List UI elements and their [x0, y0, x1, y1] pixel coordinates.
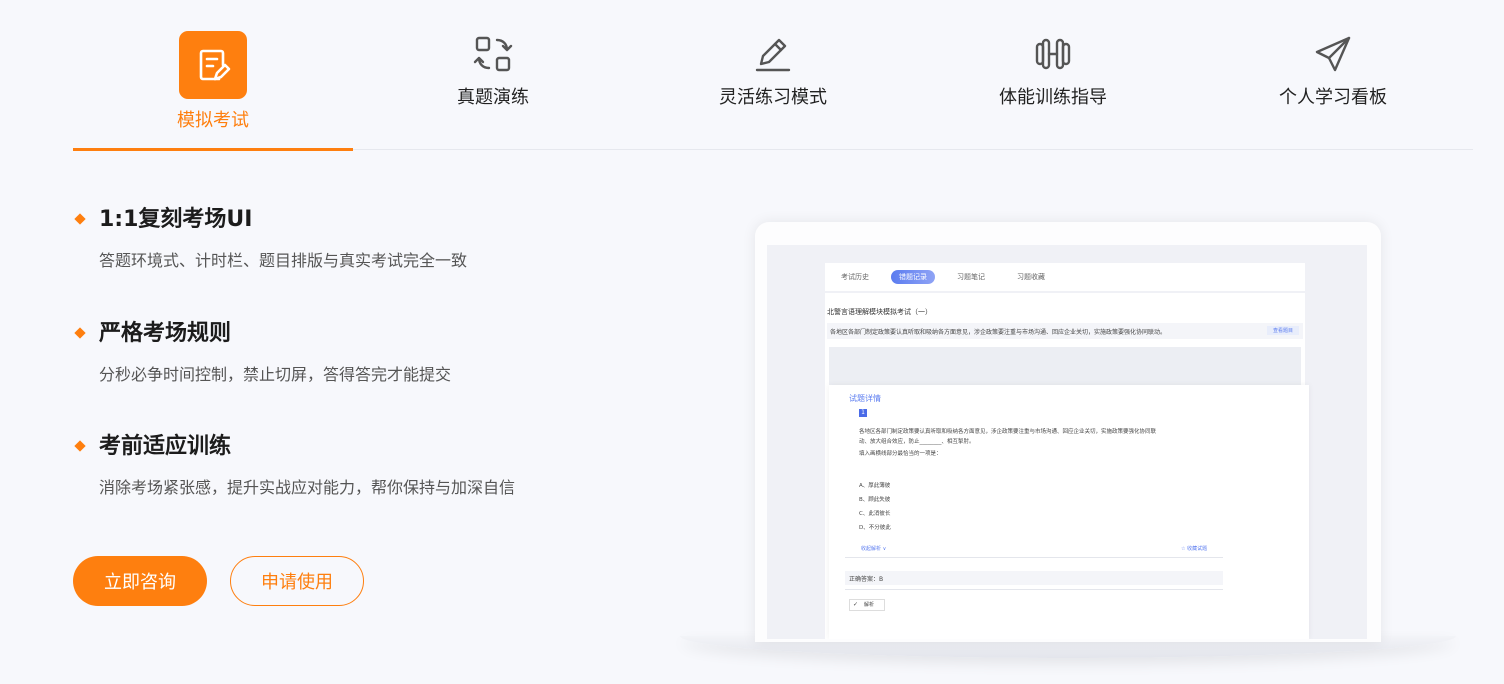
- tab-label: 真题演练: [457, 87, 529, 108]
- bullet-diamond-icon: [74, 440, 86, 452]
- mockup-option: A、厚此薄彼: [859, 483, 891, 489]
- mockup-tab-bar: 考试历史 错题记录 习题笔记 习题收藏: [825, 263, 1305, 291]
- apply-use-button[interactable]: 申请使用: [230, 556, 364, 606]
- mockup-question-panel: 试题详情 1 各地区各部门制定政策要认真听取和吸纳各方面意见，涉企政策要注重与市…: [829, 385, 1309, 639]
- bullet-diamond-icon: [74, 327, 86, 339]
- dumbbell-icon: [1033, 34, 1073, 74]
- mockup-tab: 习题收藏: [1017, 273, 1045, 281]
- tab-label: 灵活练习模式: [719, 87, 827, 108]
- mockup-option: C、此消彼长: [859, 511, 891, 517]
- tab-label: 个人学习看板: [1279, 87, 1387, 108]
- mockup-favorite: ☆ 收藏试题: [1181, 546, 1208, 552]
- mockup-answer-row: 正确答案：B: [845, 571, 1223, 585]
- tab-flexible-practice[interactable]: 灵活练习模式: [633, 0, 913, 150]
- refresh-icon: [473, 34, 513, 74]
- mockup-question-line: 动、放大组合效应，防止________、相互掣肘。: [859, 439, 975, 445]
- mockup-option: B、顾此失彼: [859, 497, 891, 503]
- tab-label: 体能训练指导: [999, 87, 1107, 108]
- feature-desc: 消除考场紧张感，提升实战应对能力，帮你保持与加深自信: [99, 478, 516, 497]
- tab-mock-exam[interactable]: 模拟考试: [73, 0, 353, 151]
- pen-icon: [753, 34, 793, 74]
- mockup-question-line: 填入画横线部分最恰当的一项是：: [859, 451, 942, 457]
- mockup-tab: 考试历史: [841, 273, 869, 281]
- mockup-tab: 习题笔记: [957, 273, 985, 281]
- feature-title: 考前适应训练: [99, 434, 232, 459]
- feature-tab-bar: 模拟考试 真题演练 灵活练习模式 体能训练指导 个人学习看板: [73, 0, 1473, 151]
- mockup-option: D、不分彼此: [859, 525, 891, 531]
- tab-past-papers[interactable]: 真题演练: [353, 0, 633, 150]
- mockup-question-preview: 各地区各部门制定政策要认真听取和吸纳各方面意见，涉企政策要注重与市场沟通、回应企…: [827, 323, 1303, 339]
- mockup-toggle-analysis: 收起解析 ∨: [861, 546, 887, 552]
- mockup-question-text: 各地区各部门制定政策要认真听取和吸纳各方面意见，涉企政策要注重与市场沟通、回应企…: [830, 329, 1167, 336]
- mockup-tab-active: 错题记录: [891, 270, 935, 284]
- feature-title: 严格考场规则: [99, 321, 232, 346]
- mockup-analysis-button: 解析: [849, 599, 885, 611]
- mockup-view-link: 查看题目: [1266, 326, 1299, 335]
- consult-now-button[interactable]: 立即咨询: [73, 556, 207, 606]
- feature-desc: 答题环境式、计时栏、题目排版与真实考试完全一致: [99, 251, 468, 270]
- laptop-screen: 考试历史 错题记录 习题笔记 习题收藏 北警言语理解模块模拟考试（一） 各地区各…: [767, 245, 1367, 639]
- mockup-divider: [845, 557, 1223, 558]
- mockup-question-line: 各地区各部门制定政策要认真听取和吸纳各方面意见，涉企政策要注重与市场沟通、回应企…: [859, 429, 1157, 435]
- mockup-exam-title: 北警言语理解模块模拟考试（一）: [827, 308, 932, 316]
- bullet-diamond-icon: [74, 213, 86, 225]
- feature-title: 1:1复刻考场UI: [99, 207, 253, 232]
- tab-learning-dashboard[interactable]: 个人学习看板: [1193, 0, 1473, 150]
- tab-fitness-guide[interactable]: 体能训练指导: [913, 0, 1193, 150]
- paper-plane-icon: [1313, 34, 1353, 74]
- exam-note-icon: [179, 31, 247, 99]
- mockup-content: 北警言语理解模块模拟考试（一） 各地区各部门制定政策要认真听取和吸纳各方面意见，…: [825, 293, 1309, 639]
- mockup-panel-title: 试题详情: [849, 394, 881, 403]
- tab-label: 模拟考试: [177, 110, 249, 131]
- feature-desc: 分秒必争时间控制，禁止切屏，答得答完才能提交: [99, 365, 452, 384]
- mockup-question-number: 1: [859, 409, 867, 417]
- mockup-divider: [845, 589, 1223, 590]
- mockup-placeholder-block: [829, 347, 1301, 385]
